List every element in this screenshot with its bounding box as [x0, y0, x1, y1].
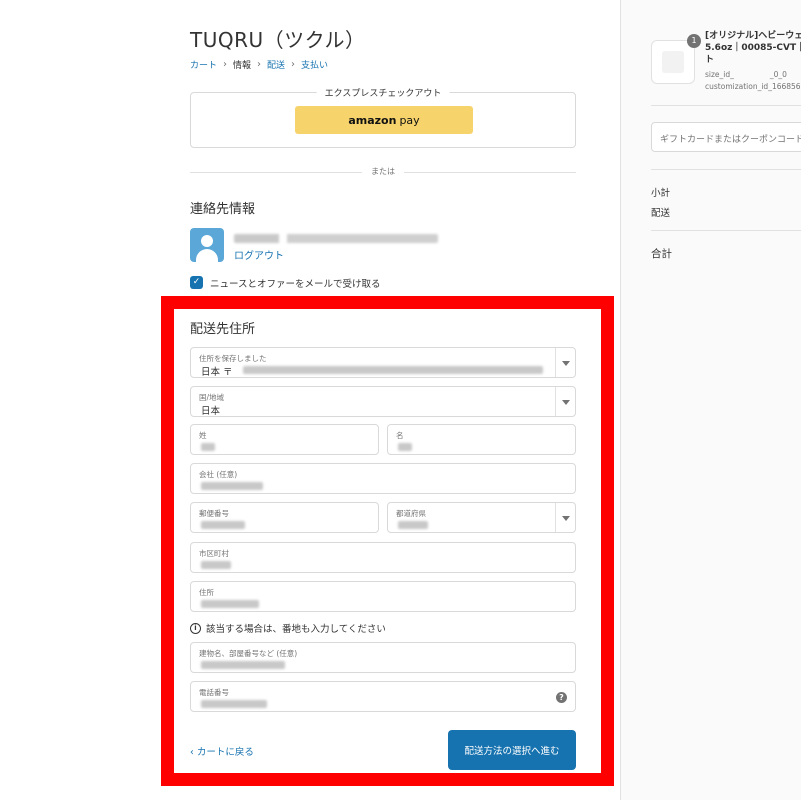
left-gutter	[0, 0, 40, 800]
shipping-label: 配送	[651, 208, 671, 219]
product-thumbnail	[651, 40, 695, 84]
express-checkout: エクスプレスチェックアウト amazon pay	[190, 86, 576, 148]
product-name: [オリジナル]ヘビーウェ 5.6oz｜00085-CVT｜ ト	[705, 30, 801, 66]
product-meta-size: size_id_ _0_0	[705, 70, 787, 79]
amazon-logo-text: amazon	[348, 113, 397, 127]
avatar	[190, 228, 224, 262]
quantity-badge: 1	[687, 34, 701, 48]
total-label: 合計	[651, 248, 672, 260]
chevron-right-icon: ›	[257, 59, 262, 70]
product-name-line2: 5.6oz｜00085-CVT｜	[705, 43, 801, 53]
product-name-line1: [オリジナル]ヘビーウェ	[705, 31, 801, 41]
breadcrumb-info: 情報	[233, 61, 252, 71]
logout-link[interactable]: ログアウト	[234, 247, 284, 262]
order-summary-sidebar: 1 [オリジナル]ヘビーウェ 5.6oz｜00085-CVT｜ ト size_i…	[620, 0, 801, 800]
breadcrumb-shipping[interactable]: 配送	[267, 58, 285, 71]
breadcrumb: カート › 情報 › 配送 › 支払い	[190, 58, 328, 71]
highlight-box	[161, 296, 614, 786]
express-checkout-label: エクスプレスチェックアウト	[316, 86, 450, 99]
newsletter-label: ニュースとオファーをメールで受け取る	[210, 279, 381, 290]
amazon-pay-text: pay	[399, 113, 420, 127]
coupon-input[interactable]: ギフトカードまたはクーポンコード	[651, 122, 801, 152]
contact-title: 連絡先情報	[190, 202, 256, 217]
or-divider-text: または	[371, 167, 395, 176]
chevron-right-icon: ›	[291, 59, 296, 70]
sidebar-divider	[651, 169, 801, 170]
subtotal-label: 小計	[651, 188, 671, 199]
or-divider: または	[190, 167, 576, 176]
shop-title[interactable]: TUQRU（ツクル）	[190, 24, 366, 53]
product-meta-size-prefix: size_id_	[705, 70, 734, 79]
newsletter-checkbox[interactable]: ✓	[190, 276, 203, 289]
account-email-redacted	[234, 234, 438, 243]
chevron-right-icon: ›	[223, 59, 228, 70]
product-meta-size-suffix: _0_0	[769, 70, 787, 79]
sidebar-divider	[651, 230, 801, 231]
sidebar-divider	[651, 105, 801, 106]
breadcrumb-cart[interactable]: カート	[190, 58, 217, 71]
product-meta-customization: customization_id_166856	[705, 82, 801, 91]
breadcrumb-payment[interactable]: 支払い	[301, 58, 328, 71]
amazon-pay-button[interactable]: amazon pay	[295, 106, 473, 134]
product-name-line3: ト	[705, 55, 715, 65]
checkout-main: TUQRU（ツクル） カート › 情報 › 配送 › 支払い エクスプレスチェッ…	[40, 0, 620, 800]
